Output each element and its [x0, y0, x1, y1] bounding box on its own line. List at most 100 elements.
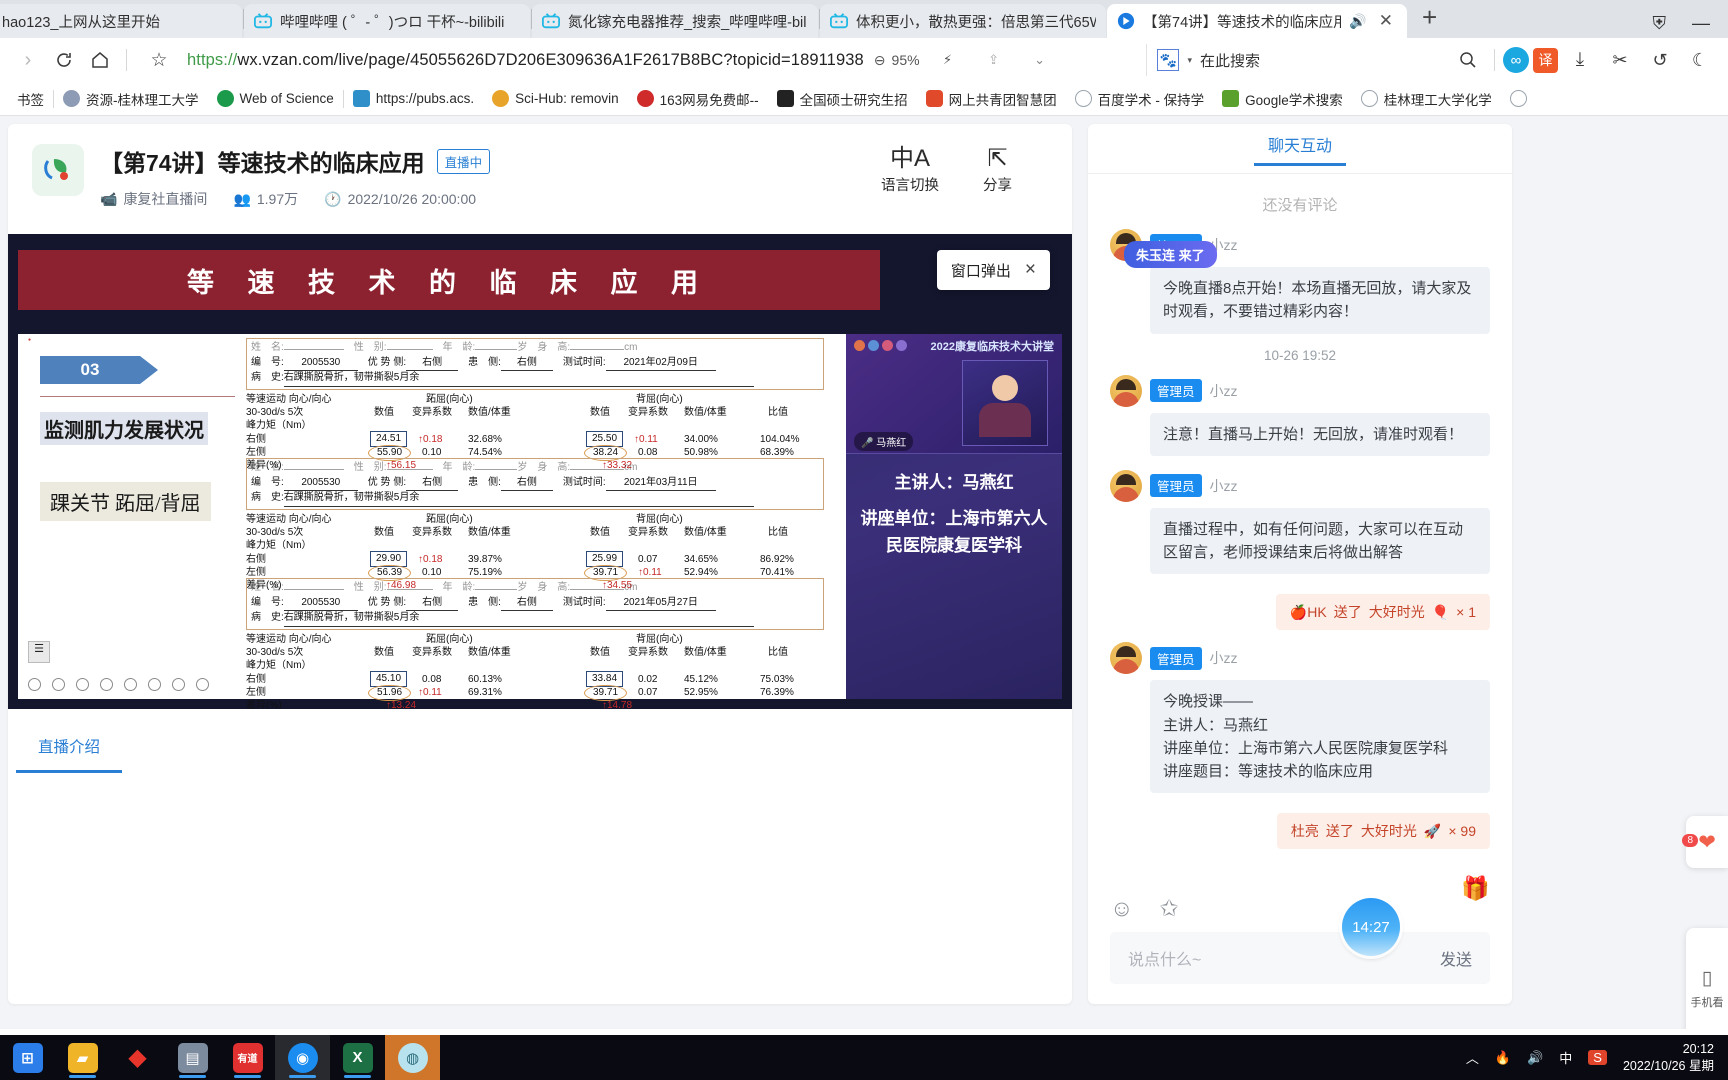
slides-icon[interactable] — [124, 678, 137, 691]
search-box[interactable]: 🐾 ▾ 在此搜索 — [1146, 44, 1270, 76]
chevron-up-icon[interactable]: ︿ — [1466, 1048, 1479, 1067]
bookmark-item[interactable]: 资源-桂林理工大学 — [54, 89, 208, 109]
search-input[interactable]: 在此搜索 — [1200, 50, 1260, 71]
zoom-out-icon[interactable]: ⊖ — [874, 52, 886, 69]
bookmark-item[interactable]: 百度学术 - 保持学 — [1066, 89, 1214, 109]
wps-icon[interactable]: ∞ — [1503, 47, 1529, 73]
search-engine-chevron[interactable]: ▾ — [1187, 55, 1192, 66]
tray-app-icon[interactable]: 🔥 — [1495, 1050, 1511, 1066]
bookmark-item[interactable]: 网上共青团智慧团 — [917, 89, 1066, 109]
dominant-label: 优 势 侧: — [367, 356, 407, 368]
dominant-value: 右侧 — [406, 356, 459, 371]
chat-footer: ☺ ✩ 🎁 说点什么~ 发送 14:27 — [1088, 875, 1512, 1004]
app-calc-button[interactable]: ▤ — [165, 1035, 220, 1080]
history-icon[interactable]: ↺ — [1642, 42, 1678, 78]
excel-button[interactable]: X — [330, 1035, 385, 1080]
language-switch-button[interactable]: 中A 语言切换 — [881, 144, 939, 222]
bookmark-item[interactable]: 163网易免费邮-- — [628, 89, 768, 109]
file-explorer-button[interactable]: ▰ — [55, 1035, 110, 1080]
slide-toolbar[interactable] — [28, 678, 209, 691]
scissors-icon[interactable]: ✂ — [1602, 42, 1638, 78]
bookmark-item[interactable]: Google学术搜索 — [1213, 89, 1352, 109]
zoom-control[interactable]: ⊖ 95% — [874, 52, 920, 69]
search-icon[interactable] — [1450, 42, 1486, 78]
chevron-down-icon[interactable]: ⌄ — [1022, 42, 1058, 78]
star-icon[interactable]: ✩ — [1159, 895, 1178, 922]
tab-close-icon[interactable]: ✕ — [1375, 11, 1397, 31]
graduation-icon — [776, 90, 794, 107]
message-header: 管理员 小zz — [1110, 642, 1490, 675]
pointer-icon[interactable] — [28, 678, 41, 691]
bookmark-item[interactable]: 全国硕士研究生招 — [768, 89, 917, 109]
speaker-video[interactable]: 2022康复临床技术大讲堂 🎤 马燕红 主讲人：马燕红 讲座单位：上海市第六人民… — [846, 334, 1062, 699]
moon-icon[interactable]: ☾ — [1682, 42, 1718, 78]
bookmark-item[interactable]: Web of Science — [208, 90, 343, 107]
baidu-paw-icon[interactable]: 🐾 — [1157, 49, 1180, 71]
gift-icon[interactable]: 🎁 — [1461, 875, 1490, 902]
browser-tab[interactable]: 氮化镓充电器推荐_搜索_哔哩哔哩-bil — [532, 4, 818, 38]
address-bar[interactable]: ☆ https://wx.vzan.com/live/page/45055626… — [135, 43, 1140, 77]
browser-tab[interactable]: 哔哩哔哩 ( ゜- ゜)つロ 干杯~-bilibili — [244, 4, 530, 38]
people-icon: 👥 — [233, 190, 251, 207]
send-button[interactable]: 发送 — [1440, 946, 1472, 970]
browser-button[interactable]: ◉ — [275, 1035, 330, 1080]
browser-tab-active[interactable]: 【第74讲】等速技术的临床应用 🔊 ✕ — [1107, 4, 1407, 38]
browser-tab[interactable]: 体积更小，散热更强：倍思第三代65W — [820, 4, 1106, 38]
org-caption: 讲座单位：上海市第六人民医院康复医学科 — [860, 509, 1048, 555]
taskbar-clock[interactable]: 20:12 2022/10/26 星期 — [1623, 1041, 1714, 1075]
sogou-icon[interactable]: S — [1588, 1050, 1607, 1065]
running-indicator — [289, 1075, 316, 1078]
bookmark-star-icon[interactable]: ☆ — [141, 42, 177, 78]
share-icon[interactable]: ⇪ — [976, 42, 1012, 78]
minimize-icon[interactable]: — — [1692, 13, 1710, 34]
diff-left: ↑13.24 — [386, 699, 417, 710]
more-icon[interactable] — [172, 678, 185, 691]
chat-messages[interactable]: 还没有评论 管理员 小zz 朱玉连 来了 今晚直播8点开始！本场直播无回放，请大… — [1088, 174, 1512, 885]
translate-icon[interactable]: 译 — [1533, 47, 1558, 73]
video-speaker-frame — [962, 360, 1048, 446]
share-button[interactable]: ⇱ 分享 — [983, 144, 1012, 222]
emoji-icon[interactable]: ☺ — [1110, 895, 1133, 922]
bookmark-item[interactable]: Sci-Hub: removin — [483, 90, 628, 107]
tab-live-intro[interactable]: 直播介绍 — [15, 735, 123, 773]
chat-input-row[interactable]: 说点什么~ 发送 14:27 — [1110, 898, 1490, 984]
popout-window-button[interactable]: 窗口弹出 × — [936, 250, 1050, 290]
gift-user: 杜亮 — [1290, 823, 1319, 840]
slide-thumbnail-toggle[interactable]: ☰ — [28, 641, 50, 663]
home-button[interactable] — [82, 42, 118, 78]
volume-icon[interactable]: 🔊 — [1527, 1050, 1543, 1066]
chat-input[interactable]: 说点什么~ — [1128, 946, 1440, 970]
tab-audio-icon[interactable]: 🔊 — [1349, 13, 1366, 30]
ime-icon[interactable]: 中 — [1559, 1048, 1572, 1067]
forward-button[interactable]: › — [10, 42, 46, 78]
start-button[interactable]: ⊞ — [0, 1035, 55, 1080]
dominant-label: 优 势 侧: — [367, 476, 407, 488]
youdao-button[interactable]: 有道 — [220, 1035, 275, 1080]
browser-window: hao123_上网从这里开始 哔哩哔哩 ( ゜- ゜)つロ 干杯~-bilibi… — [0, 0, 1728, 1035]
pen-icon[interactable] — [52, 678, 65, 691]
bookmark-item[interactable]: 桂林理工大学化学 — [1352, 89, 1501, 109]
bookmark-item[interactable]: https://pubs.acs. — [344, 90, 483, 107]
speaker-name: 马燕红 — [876, 438, 907, 449]
live-app-button[interactable]: ◍ — [385, 1035, 440, 1080]
live-title-row: 【第74讲】等速技术的临床应用 直播中 — [100, 144, 491, 178]
tab-chat[interactable]: 聊天互动 — [1253, 132, 1347, 166]
chat-panel: 聊天互动 还没有评论 管理员 小zz 朱玉连 来了 今晚直播8点开始！本场直播无… — [1088, 124, 1512, 1004]
highlight-icon[interactable] — [76, 678, 89, 691]
new-tab-button[interactable]: + — [1408, 4, 1451, 34]
browser-tab[interactable]: hao123_上网从这里开始 — [0, 4, 242, 38]
eraser-icon[interactable] — [100, 678, 113, 691]
lightning-icon[interactable]: ⚡ — [930, 42, 966, 78]
collections-icon[interactable]: ⛨ — [1653, 13, 1667, 34]
id-value: 2005530 — [283, 596, 358, 611]
avatar — [1110, 374, 1142, 407]
download-icon[interactable]: ⤓ — [1562, 42, 1598, 78]
close-icon[interactable]: × — [1025, 259, 1036, 281]
bookmark-overflow[interactable] — [1501, 90, 1536, 107]
reload-button[interactable] — [46, 42, 82, 78]
mobile-watch-widget[interactable]: ▯ 手机看 — [1686, 928, 1728, 1029]
live-player[interactable]: 等 速 技 术 的 临 床 应 用 ● 03 监测肌力发展状况 踝关节 跖屈/背… — [8, 234, 1072, 709]
app-diamond-button[interactable]: ◆ — [110, 1035, 165, 1080]
prev-icon[interactable] — [196, 678, 209, 691]
comment-icon[interactable] — [148, 678, 161, 691]
